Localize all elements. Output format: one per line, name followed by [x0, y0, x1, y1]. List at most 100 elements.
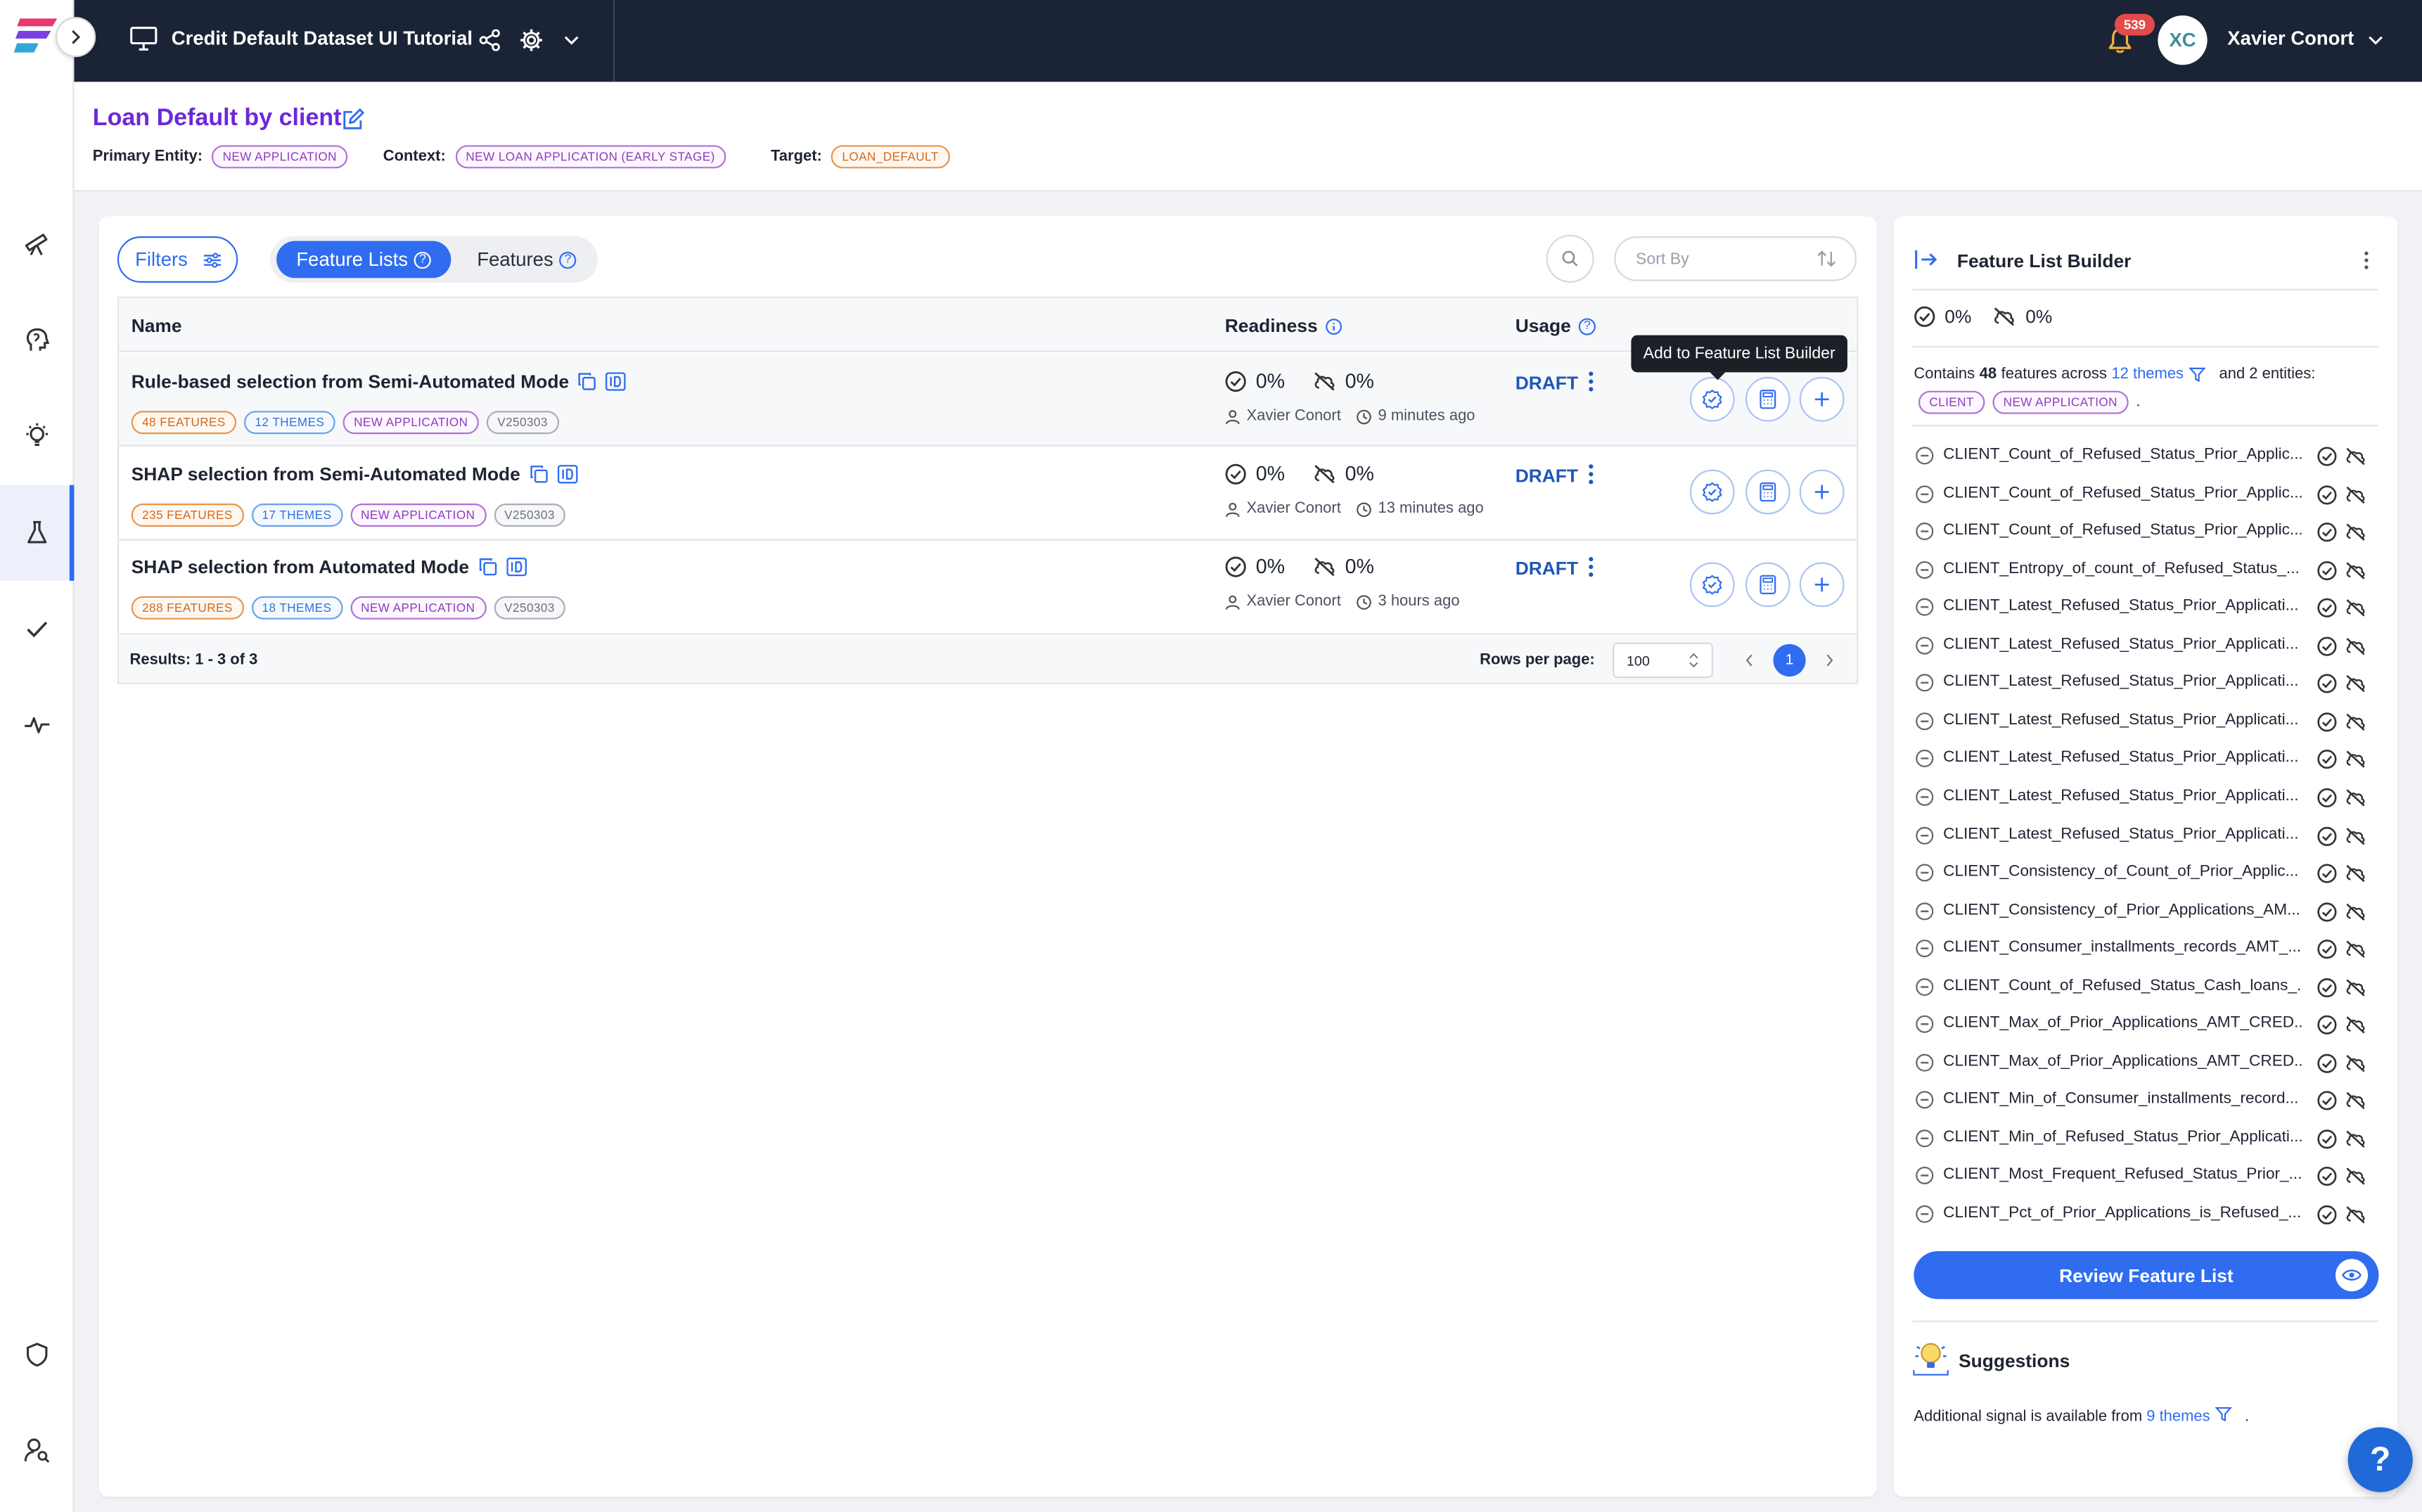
copy-icon[interactable]	[578, 372, 596, 390]
builder-feature-item[interactable]: CLIENT_Latest_Refused_Status_Prior_Appli…	[1916, 741, 2379, 778]
more-vertical-icon[interactable]	[1587, 556, 1596, 578]
add-to-builder-button[interactable]	[1689, 562, 1735, 608]
remove-circle-icon[interactable]	[1916, 485, 1934, 503]
remove-circle-icon[interactable]	[1916, 1016, 1934, 1034]
builder-feature-item[interactable]: CLIENT_Latest_Refused_Status_Prior_Appli…	[1916, 703, 2379, 740]
expand-sidebar-button[interactable]	[56, 17, 96, 58]
filter-icon[interactable]	[2188, 366, 2205, 383]
builder-feature-name[interactable]: CLIENT_Latest_Refused_Status_Prior_Appli…	[1943, 712, 2302, 729]
calculator-button[interactable]	[1745, 376, 1790, 422]
nav-brain[interactable]	[0, 292, 72, 387]
nav-ideas[interactable]	[0, 387, 72, 483]
builder-feature-name[interactable]: CLIENT_Latest_Refused_Status_Prior_Appli…	[1943, 674, 2302, 691]
remove-circle-icon[interactable]	[1916, 788, 1934, 806]
builder-feature-name[interactable]: CLIENT_Latest_Refused_Status_Prior_Appli…	[1943, 750, 2302, 767]
builder-feature-name[interactable]: CLIENT_Count_of_Refused_Status_Cash_loan…	[1943, 978, 2302, 994]
chevron-down-icon[interactable]	[564, 32, 579, 48]
id-badge-icon[interactable]	[606, 372, 627, 391]
builder-feature-name[interactable]: CLIENT_Consumer_installments_records_AMT…	[1943, 940, 2302, 956]
prev-page-icon[interactable]	[1744, 653, 1755, 667]
edit-pencil-icon[interactable]	[341, 108, 364, 132]
remove-circle-icon[interactable]	[1916, 978, 1934, 996]
filter-icon[interactable]	[2214, 1406, 2232, 1423]
add-button[interactable]	[1799, 469, 1845, 515]
feature-list-name[interactable]: Rule-based selection from Semi-Automated…	[132, 371, 569, 392]
user-menu-chevron-icon[interactable]	[2368, 32, 2383, 48]
tab-feature-lists[interactable]: Feature Lists ?	[276, 241, 451, 278]
avatar[interactable]: XC	[2158, 15, 2208, 65]
builder-feature-item[interactable]: CLIENT_Count_of_Refused_Status_Prior_App…	[1916, 475, 2379, 513]
preview-button[interactable]	[2336, 1259, 2369, 1292]
remove-circle-icon[interactable]	[1916, 902, 1934, 920]
tab-features[interactable]: Features ?	[463, 241, 590, 278]
builder-feature-item[interactable]: CLIENT_Consumer_installments_records_AMT…	[1916, 930, 2379, 968]
builder-feature-name[interactable]: CLIENT_Latest_Refused_Status_Prior_Appli…	[1943, 788, 2302, 805]
builder-feature-name[interactable]: CLIENT_Count_of_Refused_Status_Prior_App…	[1943, 485, 2302, 501]
builder-feature-item[interactable]: CLIENT_Pct_of_Prior_Applications_is_Refu…	[1916, 1196, 2379, 1233]
feature-list-name[interactable]: SHAP selection from Automated Mode	[132, 556, 469, 578]
themes-link[interactable]: 12 themes	[2111, 366, 2184, 383]
builder-feature-name[interactable]: CLIENT_Count_of_Refused_Status_Prior_App…	[1943, 447, 2302, 463]
builder-feature-item[interactable]: CLIENT_Consistency_of_Prior_Applications…	[1916, 892, 2379, 930]
help-circle-icon[interactable]: ?	[414, 250, 432, 269]
builder-feature-name[interactable]: CLIENT_Entropy_of_count_of_Refused_Statu…	[1943, 560, 2302, 577]
column-header-usage[interactable]: Usage ?	[1516, 315, 1596, 337]
builder-feature-item[interactable]: CLIENT_Max_of_Prior_Applications_AMT_CRE…	[1916, 1044, 2379, 1081]
column-header-name[interactable]: Name	[132, 315, 182, 337]
builder-feature-item[interactable]: CLIENT_Entropy_of_count_of_Refused_Statu…	[1916, 551, 2379, 588]
primary-entity-chip[interactable]: NEW APPLICATION	[212, 145, 348, 169]
remove-circle-icon[interactable]	[1916, 750, 1934, 768]
id-badge-icon[interactable]	[506, 557, 527, 577]
stepper-arrows-icon[interactable]	[1689, 652, 1699, 669]
featurebyte-logo[interactable]	[13, 15, 60, 56]
builder-feature-name[interactable]: CLIENT_Min_of_Refused_Status_Prior_Appli…	[1943, 1129, 2302, 1146]
builder-feature-item[interactable]: CLIENT_Latest_Refused_Status_Prior_Appli…	[1916, 589, 2379, 626]
builder-feature-item[interactable]: CLIENT_Min_of_Consumer_installments_reco…	[1916, 1082, 2379, 1119]
builder-feature-item[interactable]: CLIENT_Consistency_of_Count_of_Prior_App…	[1916, 854, 2379, 892]
target-chip[interactable]: LOAN_DEFAULT	[831, 145, 950, 169]
remove-circle-icon[interactable]	[1916, 1167, 1934, 1185]
remove-circle-icon[interactable]	[1916, 1129, 1934, 1148]
nav-experiments[interactable]	[0, 485, 75, 581]
column-header-readiness[interactable]: Readiness	[1225, 315, 1343, 337]
next-page-icon[interactable]	[1824, 653, 1835, 667]
add-to-builder-button[interactable]	[1689, 376, 1735, 422]
feature-list-name[interactable]: SHAP selection from Semi-Automated Mode	[132, 463, 520, 485]
info-icon[interactable]	[1326, 317, 1343, 334]
builder-feature-name[interactable]: CLIENT_Latest_Refused_Status_Prior_Appli…	[1943, 826, 2302, 843]
builder-feature-item[interactable]: CLIENT_Count_of_Refused_Status_Prior_App…	[1916, 513, 2379, 550]
more-vertical-icon[interactable]	[2362, 250, 2371, 271]
remove-circle-icon[interactable]	[1916, 864, 1934, 882]
help-circle-icon[interactable]: ?	[559, 250, 577, 269]
builder-feature-name[interactable]: CLIENT_Max_of_Prior_Applications_AMT_CRE…	[1943, 1016, 2302, 1032]
builder-feature-item[interactable]: CLIENT_Latest_Refused_Status_Prior_Appli…	[1916, 816, 2379, 854]
builder-feature-name[interactable]: CLIENT_Min_of_Consumer_installments_reco…	[1943, 1091, 2302, 1108]
nav-security[interactable]	[0, 1307, 72, 1402]
builder-feature-item[interactable]: CLIENT_Latest_Refused_Status_Prior_Appli…	[1916, 779, 2379, 816]
builder-feature-name[interactable]: CLIENT_Consistency_of_Prior_Applications…	[1943, 902, 2302, 918]
page-button-current[interactable]: 1	[1773, 643, 1806, 677]
remove-circle-icon[interactable]	[1916, 940, 1934, 958]
add-to-builder-button[interactable]	[1689, 469, 1735, 515]
builder-feature-item[interactable]: CLIENT_Count_of_Refused_Status_Prior_App…	[1916, 437, 2379, 475]
sort-arrows-icon[interactable]	[1816, 249, 1837, 269]
user-name[interactable]: Xavier Conort	[2227, 28, 2354, 50]
remove-circle-icon[interactable]	[1916, 1205, 1934, 1223]
filters-button[interactable]: Filters	[117, 236, 238, 283]
nav-user-search[interactable]	[0, 1402, 72, 1498]
remove-circle-icon[interactable]	[1916, 447, 1934, 465]
builder-feature-name[interactable]: CLIENT_Pct_of_Prior_Applications_is_Refu…	[1943, 1205, 2302, 1222]
nav-approvals[interactable]	[0, 581, 72, 677]
id-badge-icon[interactable]	[557, 465, 578, 484]
remove-circle-icon[interactable]	[1916, 523, 1934, 541]
suggestion-themes-link[interactable]: 9 themes	[2146, 1409, 2210, 1425]
table-row[interactable]	[119, 541, 1857, 635]
nav-telescope[interactable]	[0, 196, 72, 292]
copy-icon[interactable]	[478, 558, 496, 576]
calculator-button[interactable]	[1745, 469, 1790, 515]
search-button[interactable]	[1546, 234, 1594, 283]
builder-feature-item[interactable]: CLIENT_Count_of_Refused_Status_Cash_loan…	[1916, 968, 2379, 1005]
share-icon[interactable]	[479, 29, 501, 51]
help-circle-icon[interactable]: ?	[1578, 317, 1596, 335]
builder-feature-item[interactable]: CLIENT_Min_of_Refused_Status_Prior_Appli…	[1916, 1120, 2379, 1157]
